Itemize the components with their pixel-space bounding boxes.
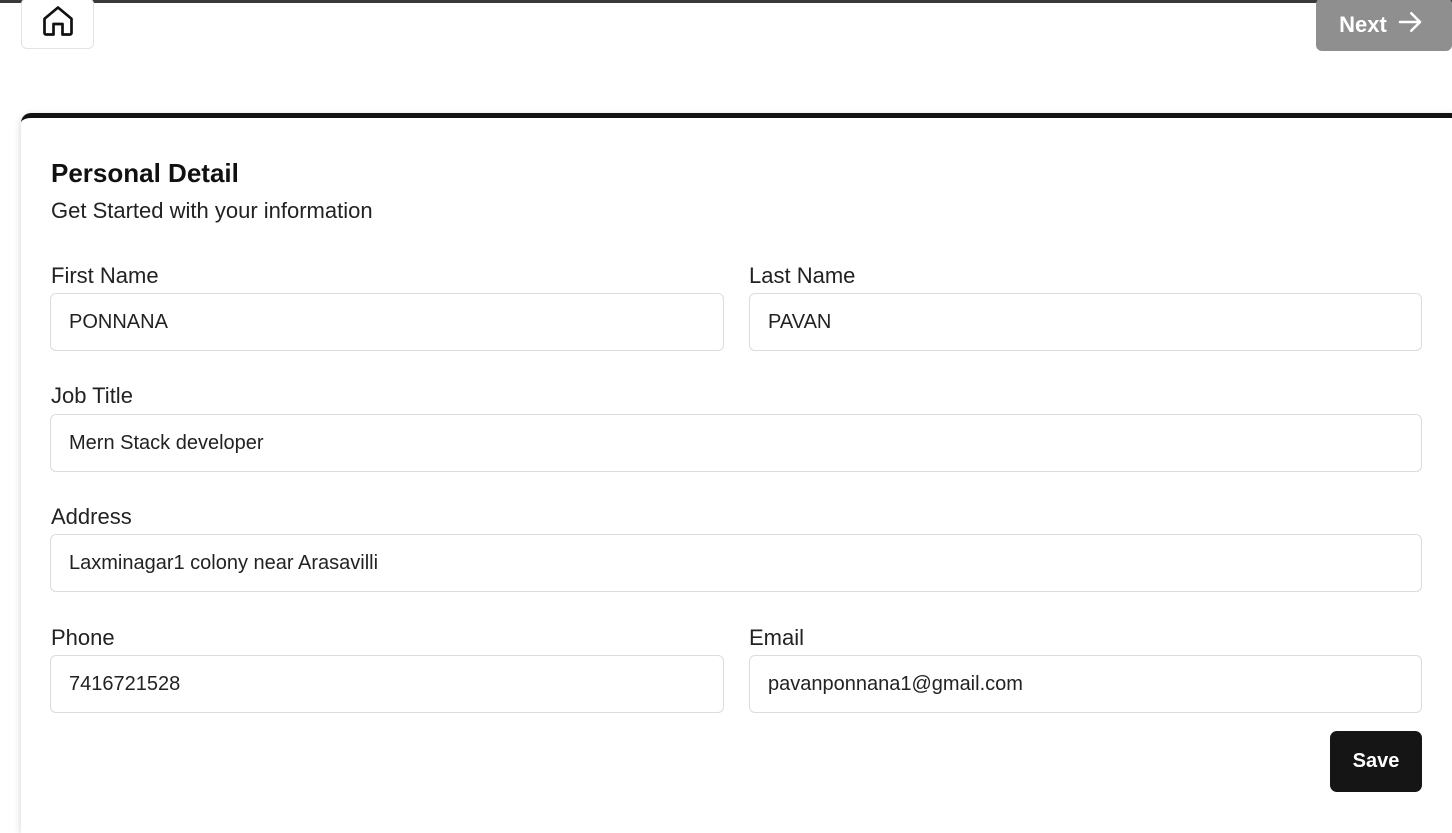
personal-detail-card: Personal Detail Get Started with your in… [21, 113, 1452, 833]
top-border [0, 0, 1452, 3]
phone-input[interactable] [50, 655, 724, 713]
first-name-label: First Name [51, 263, 159, 288]
phone-label: Phone [51, 625, 115, 650]
next-button-label: Next [1339, 11, 1387, 37]
home-icon [40, 3, 76, 44]
form-subtitle: Get Started with your information [51, 198, 373, 223]
arrow-right-icon [1395, 7, 1425, 43]
home-button[interactable] [21, 0, 94, 49]
job-title-input[interactable] [50, 414, 1422, 472]
form-title: Personal Detail [51, 158, 239, 188]
save-button[interactable]: Save [1330, 731, 1422, 792]
address-input[interactable] [50, 534, 1422, 592]
job-title-label: Job Title [51, 383, 133, 408]
first-name-input[interactable] [50, 293, 724, 351]
email-input[interactable] [749, 655, 1422, 713]
last-name-label: Last Name [749, 263, 856, 288]
last-name-input[interactable] [749, 293, 1422, 351]
next-button[interactable]: Next [1316, 0, 1452, 51]
email-label: Email [749, 625, 805, 650]
address-label: Address [51, 504, 132, 529]
